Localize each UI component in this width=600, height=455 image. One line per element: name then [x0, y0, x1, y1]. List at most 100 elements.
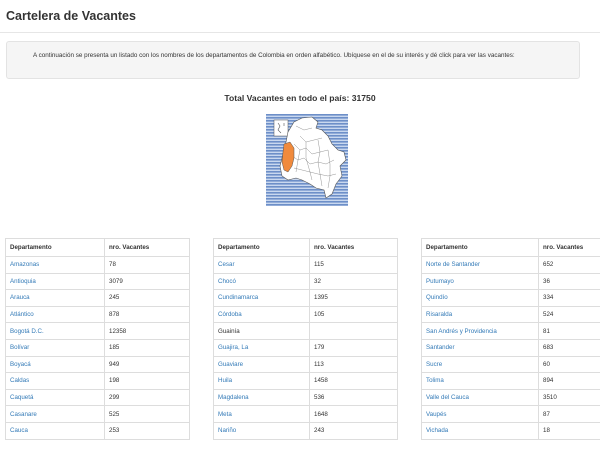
- vacancy-count: 81: [538, 322, 600, 340]
- table-row: Cundinamarca 1395: [213, 289, 398, 307]
- department-cell: Caldas: [5, 372, 105, 390]
- department-link[interactable]: Arauca: [10, 294, 30, 301]
- vacancy-count: 245: [104, 289, 190, 307]
- department-cell: Santander: [421, 338, 539, 357]
- vacancy-count: 1648: [309, 405, 398, 423]
- department-link[interactable]: Huila: [218, 377, 232, 384]
- table-row: Valle del Cauca 3510: [421, 388, 600, 407]
- department-cell: Chocó: [213, 272, 310, 291]
- department-link[interactable]: Caldas: [10, 377, 29, 384]
- department-cell: Casanare: [5, 405, 105, 423]
- department-link[interactable]: Córdoba: [218, 311, 242, 318]
- department-link[interactable]: Cundinamarca: [218, 294, 258, 301]
- department-cell: Arauca: [5, 289, 105, 307]
- vacancy-count: 60: [538, 355, 600, 374]
- vacancy-count: 1395: [309, 289, 398, 307]
- vacancy-count: 113: [309, 355, 398, 374]
- vacancy-count: 894: [538, 372, 600, 390]
- department-cell: Norte de Santander: [421, 256, 539, 274]
- department-link[interactable]: Meta: [218, 411, 232, 418]
- vacancy-count: 683: [538, 338, 600, 357]
- title-divider: [0, 32, 600, 33]
- department-cell: Cesar: [213, 256, 310, 274]
- vacancy-count: 524: [538, 305, 600, 324]
- department-cell: Risaralda: [421, 305, 539, 324]
- table-row: Arauca 245: [5, 289, 190, 307]
- department-link[interactable]: Boyacá: [10, 361, 31, 368]
- table-row: Quindío 334: [421, 289, 600, 307]
- department-link[interactable]: Chocó: [218, 278, 236, 285]
- table-row: San Andrés y Providencia 81: [421, 322, 600, 340]
- table-row: Caldas 198: [5, 372, 190, 390]
- department-cell: Huila: [213, 372, 310, 390]
- table-row: Sucre 60: [421, 355, 600, 374]
- department-link[interactable]: Risaralda: [426, 311, 452, 318]
- department-cell: Putumayo: [421, 272, 539, 291]
- department-link[interactable]: Putumayo: [426, 278, 454, 285]
- table-row: Boyacá 949: [5, 355, 190, 374]
- department-link[interactable]: Nariño: [218, 427, 236, 434]
- vacancy-count: 115: [309, 256, 398, 274]
- department-link[interactable]: Cesar: [218, 261, 235, 268]
- table-row: Amazonas 78: [5, 256, 190, 274]
- department-link[interactable]: Norte de Santander: [426, 261, 480, 268]
- department-link[interactable]: Atlántico: [10, 311, 34, 318]
- vacancy-count: 87: [538, 405, 600, 423]
- table-row: Bolívar 185: [5, 338, 190, 357]
- table-row: Chocó 32: [213, 272, 398, 291]
- vacancy-count: 949: [104, 355, 190, 374]
- table-row: Putumayo 36: [421, 272, 600, 291]
- department-link[interactable]: Magdalena: [218, 394, 249, 401]
- department-link[interactable]: Santander: [426, 344, 455, 351]
- table-row: Huila 1458: [213, 372, 398, 390]
- department-link[interactable]: Bogotá D.C.: [10, 328, 44, 335]
- table-row: Magdalena 536: [213, 388, 398, 407]
- vacancy-count: 253: [104, 421, 190, 440]
- department-link[interactable]: Quindío: [426, 294, 448, 301]
- vacancy-count: 32: [309, 272, 398, 291]
- department-link[interactable]: Casanare: [10, 411, 37, 418]
- department-link[interactable]: Guajira, La: [218, 344, 248, 351]
- department-cell: Bolívar: [5, 338, 105, 357]
- department-link[interactable]: Caquetá: [10, 394, 33, 401]
- vacancy-count: 334: [538, 289, 600, 307]
- table-row: Guainía: [213, 322, 398, 340]
- table-row: Cauca 253: [5, 421, 190, 440]
- column-header-count: nro. Vacantes: [538, 238, 600, 257]
- department-link[interactable]: Amazonas: [10, 261, 39, 268]
- department-link[interactable]: Cauca: [10, 427, 28, 434]
- vacancy-count: 12358: [104, 322, 190, 340]
- department-link[interactable]: Valle del Cauca: [426, 394, 469, 401]
- department-link[interactable]: Vaupés: [426, 411, 447, 418]
- department-cell: Amazonas: [5, 256, 105, 274]
- colombia-map[interactable]: [266, 114, 348, 206]
- column-header-count: nro. Vacantes: [309, 238, 398, 257]
- vacancy-count: 878: [104, 305, 190, 324]
- department-cell: Vichada: [421, 421, 539, 440]
- department-cell: Sucre: [421, 355, 539, 374]
- vacancy-count: 1458: [309, 372, 398, 390]
- vacancy-count: 536: [309, 388, 398, 407]
- department-link[interactable]: Bolívar: [10, 344, 29, 351]
- san-andres-inset[interactable]: [273, 119, 289, 137]
- department-link[interactable]: San Andrés y Providencia: [426, 328, 497, 335]
- total-vacancies: Total Vacantes en todo el país: 31750: [224, 93, 376, 103]
- table-row: Antioquia 3079: [5, 272, 190, 291]
- vacancy-count: 185: [104, 338, 190, 357]
- department-cell: Tolima: [421, 372, 539, 390]
- department-link[interactable]: Sucre: [426, 361, 442, 368]
- vacancy-count: 299: [104, 388, 190, 407]
- department-link[interactable]: Vichada: [426, 427, 448, 434]
- department-link[interactable]: Antioquia: [10, 278, 36, 285]
- column-header-dept: Departamento: [213, 238, 310, 257]
- vacancy-count: 652: [538, 256, 600, 274]
- department-link[interactable]: Tolima: [426, 377, 444, 384]
- department-cell: Meta: [213, 405, 310, 423]
- table-row: Córdoba 105: [213, 305, 398, 324]
- departments-table-3: Departamento nro. Vacantes Norte de Sant…: [421, 238, 600, 440]
- table-row: Meta 1648: [213, 405, 398, 423]
- department-link[interactable]: Guaviare: [218, 361, 243, 368]
- table-row: Norte de Santander 652: [421, 256, 600, 274]
- table-row: Atlántico 878: [5, 305, 190, 324]
- vacancy-count: 78: [104, 256, 190, 274]
